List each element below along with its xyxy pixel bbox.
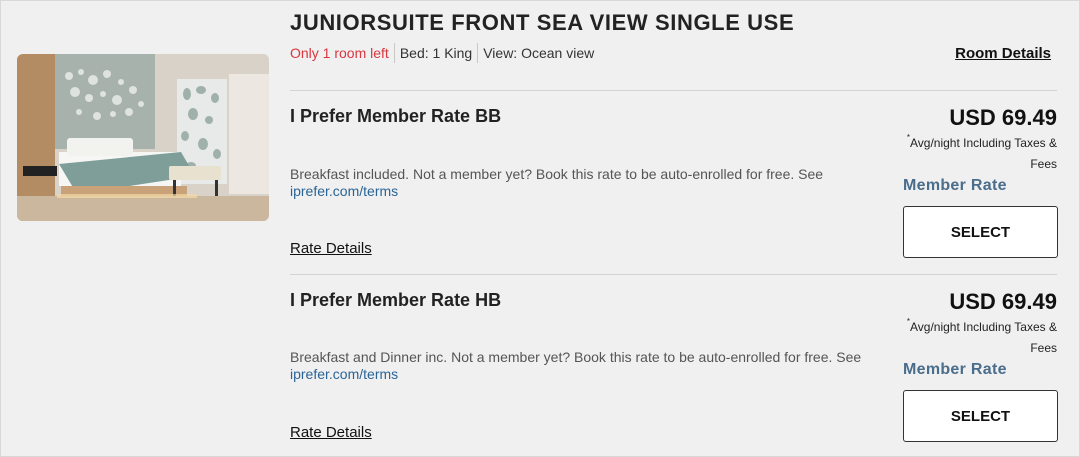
rate-description: Breakfast included. Not a member yet? Bo… bbox=[290, 166, 865, 200]
select-button[interactable]: SELECT bbox=[903, 206, 1058, 258]
rate-description-text: Breakfast and Dinner inc. Not a member y… bbox=[290, 349, 862, 365]
select-button[interactable]: SELECT bbox=[903, 390, 1058, 442]
room-photo-illustration bbox=[17, 54, 269, 221]
room-meta: Only 1 room left Bed: 1 King View: Ocean… bbox=[290, 43, 594, 63]
rate-price: USD 69.49 bbox=[949, 105, 1057, 130]
member-rate-label: Member Rate bbox=[903, 177, 1007, 194]
rate-name: I Prefer Member Rate BB bbox=[290, 106, 502, 126]
room-title: JUNIORSUITE FRONT SEA VIEW SINGLE USE bbox=[290, 10, 795, 35]
meta-separator bbox=[393, 43, 395, 63]
availability-text: Only 1 room left bbox=[290, 45, 389, 61]
room-details-link[interactable]: Room Details bbox=[955, 45, 1051, 62]
price-note: *Avg/night Including Taxes & Fees bbox=[897, 317, 1057, 359]
rate-description-text: Breakfast included. Not a member yet? Bo… bbox=[290, 166, 824, 182]
room-photo[interactable] bbox=[17, 54, 269, 221]
member-rate-label: Member Rate bbox=[903, 361, 1007, 378]
view-text: View: Ocean view bbox=[483, 45, 595, 61]
rate-description: Breakfast and Dinner inc. Not a member y… bbox=[290, 349, 865, 383]
rate-divider bbox=[290, 274, 1057, 275]
rate-details-link[interactable]: Rate Details bbox=[290, 240, 372, 257]
rate-divider bbox=[290, 90, 1057, 91]
price-note: *Avg/night Including Taxes & Fees bbox=[897, 133, 1057, 175]
terms-link[interactable]: iprefer.com/terms bbox=[290, 183, 398, 199]
rate-name: I Prefer Member Rate HB bbox=[290, 290, 502, 310]
rate-details-link[interactable]: Rate Details bbox=[290, 424, 372, 441]
rate-price: USD 69.49 bbox=[949, 289, 1057, 314]
bed-text: Bed: 1 King bbox=[399, 45, 473, 61]
meta-separator bbox=[477, 43, 479, 63]
price-note-text: Avg/night Including Taxes & Fees bbox=[910, 320, 1057, 355]
terms-link[interactable]: iprefer.com/terms bbox=[290, 366, 398, 382]
price-note-text: Avg/night Including Taxes & Fees bbox=[910, 136, 1057, 171]
